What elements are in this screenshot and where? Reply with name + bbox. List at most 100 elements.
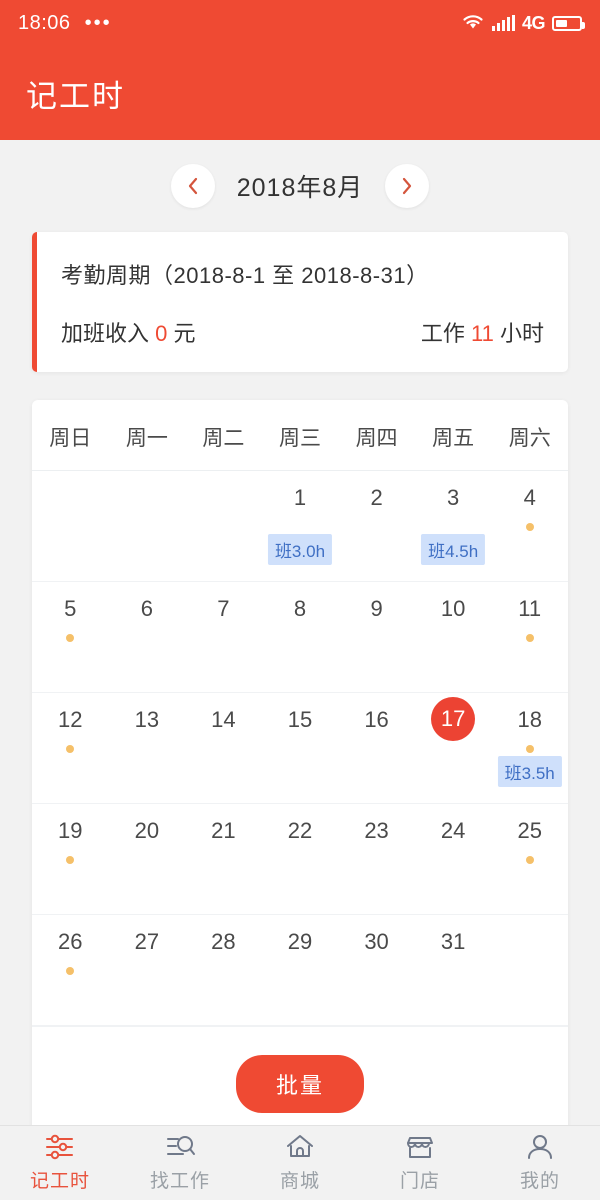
calendar-day-cell[interactable]: 28 <box>185 915 262 1026</box>
day-number: 16 <box>364 707 389 732</box>
tab-label-mine: 我的 <box>519 1171 560 1192</box>
calendar-day-cell[interactable]: 2 <box>338 471 415 582</box>
overtime-income-value: 0 <box>155 321 168 346</box>
day-marker-dot <box>525 856 534 864</box>
calendar-day-cell[interactable]: 11 <box>491 582 568 693</box>
battery-icon <box>552 15 585 31</box>
signal-bars-icon <box>491 15 515 31</box>
calendar-cell-empty <box>185 471 262 582</box>
day-number: 25 <box>517 818 542 843</box>
sliders-icon <box>43 1133 77 1163</box>
overflow-dots-icon: ••• <box>84 12 112 34</box>
day-number: 31 <box>440 929 466 954</box>
weekday-header-0: 周日 <box>49 427 92 450</box>
calendar-day-cell[interactable]: 31 <box>414 915 492 1026</box>
work-hours-metric: 工作 11 小时 <box>421 316 544 348</box>
batch-button[interactable]: 批量 <box>235 1055 364 1113</box>
weekday-header-6: 周六 <box>508 427 551 450</box>
day-number: 7 <box>217 596 230 621</box>
calendar-day-cell[interactable]: 4 <box>491 471 568 582</box>
day-number: 21 <box>211 818 236 843</box>
day-number: 20 <box>134 818 160 843</box>
attendance-period-label: 考勤周期（2018-8-1 至 2018-8-31） <box>61 263 429 288</box>
calendar-day-cell[interactable]: 21 <box>185 804 262 915</box>
shift-hours-badge: 班3.0h <box>267 534 333 565</box>
calendar-day-cell[interactable]: 9 <box>338 582 415 693</box>
next-month-button[interactable] <box>385 164 430 208</box>
day-number: 15 <box>287 707 313 732</box>
calendar-day-grid[interactable]: 1 班3.0h 2 3 班4.5h 4 5 6 7 8 9 10 11 12 13 14 15 16 17 18 班3.… <box>32 471 568 1026</box>
day-number: 28 <box>211 929 236 954</box>
work-hours-label: 工作 <box>420 321 465 346</box>
status-bar-right: 4G <box>461 12 585 35</box>
calendar-day-cell[interactable]: 3 班4.5h <box>414 471 492 582</box>
shift-hours-badge: 班3.5h <box>497 756 562 787</box>
calendar-day-cell[interactable]: 10 <box>414 582 492 693</box>
day-number: 6 <box>140 596 153 621</box>
app-screen: 18:06 ••• 4G 记工时 2018年8月 考勤周期（2018-8-1 至… <box>0 0 600 1200</box>
calendar-day-cell[interactable]: 13 <box>108 693 186 804</box>
weekday-header-3: 周三 <box>278 427 321 450</box>
day-number: 22 <box>287 818 313 843</box>
current-month-label: 2018年8月 <box>236 174 364 202</box>
calendar-cell-empty <box>32 471 109 582</box>
day-number: 29 <box>287 929 313 954</box>
day-number: 5 <box>64 596 77 621</box>
tab-record-hours[interactable]: 记工时 <box>0 1133 120 1193</box>
overtime-income-unit: 元 <box>173 321 196 346</box>
calendar-day-cell[interactable]: 7 <box>185 582 262 693</box>
calendar-day-cell[interactable]: 26 <box>32 915 109 1026</box>
calendar-day-cell[interactable]: 16 <box>338 693 415 804</box>
calendar-day-cell[interactable]: 20 <box>108 804 186 915</box>
calendar-day-cell[interactable]: 22 <box>261 804 339 915</box>
batch-action-row: 批量 <box>32 1026 568 1139</box>
chevron-left-icon <box>185 176 201 196</box>
day-marker-dot <box>66 634 75 642</box>
calendar-day-cell[interactable]: 18 班3.5h <box>491 693 568 804</box>
calendar-day-cell[interactable]: 12 <box>32 693 109 804</box>
day-number: 13 <box>134 707 160 732</box>
search-list-icon <box>163 1133 197 1163</box>
home-icon <box>283 1133 317 1163</box>
tab-find-job[interactable]: 找工作 <box>120 1133 240 1193</box>
app-bar: 记工时 <box>0 46 600 140</box>
day-number: 26 <box>58 929 83 954</box>
calendar-day-cell[interactable]: 30 <box>338 915 415 1026</box>
page-title: 记工时 <box>26 78 125 114</box>
calendar-day-cell[interactable]: 27 <box>108 915 186 1026</box>
tab-mall[interactable]: 商城 <box>240 1133 360 1193</box>
calendar-day-cell[interactable]: 29 <box>261 915 339 1026</box>
calendar-cell-empty <box>491 915 568 1026</box>
calendar-day-cell[interactable]: 24 <box>414 804 492 915</box>
tab-store[interactable]: 门店 <box>360 1133 480 1193</box>
weekday-header-4: 周四 <box>355 427 398 450</box>
attendance-summary-card: 考勤周期（2018-8-1 至 2018-8-31） 加班收入 0 元 工作 1… <box>32 232 568 372</box>
work-hours-unit: 小时 <box>499 321 544 346</box>
day-number: 1 <box>293 485 307 510</box>
calendar-day-cell[interactable]: 1 班3.0h <box>261 471 339 582</box>
calendar-day-cell[interactable]: 6 <box>108 582 186 693</box>
work-hours-value: 11 <box>471 321 494 346</box>
bottom-tab-bar: 记工时 找工作 商城 门店 我的 <box>0 1125 600 1200</box>
calendar-day-cell[interactable]: 17 <box>414 693 492 804</box>
tab-label-find-job: 找工作 <box>149 1171 210 1192</box>
weekday-header-2: 周二 <box>202 427 245 450</box>
status-bar-left: 18:06 ••• <box>18 12 112 35</box>
day-number: 2 <box>370 485 383 510</box>
day-marker-dot <box>66 745 75 753</box>
day-number: 19 <box>58 818 83 843</box>
prev-month-button[interactable] <box>170 164 215 208</box>
person-icon <box>523 1133 557 1163</box>
calendar-day-cell[interactable]: 5 <box>32 582 109 693</box>
calendar-day-cell[interactable]: 23 <box>338 804 415 915</box>
day-marker-dot <box>525 634 534 642</box>
day-number: 11 <box>518 596 542 621</box>
calendar-card: 周日 周一 周二 周三 周四 周五 周六 1 班3.0h 2 3 班4.5h 4 5 6 7 8 9 10 11 12… <box>32 400 568 1149</box>
calendar-day-cell[interactable]: 19 <box>32 804 109 915</box>
calendar-day-cell[interactable]: 25 <box>491 804 568 915</box>
tab-mine[interactable]: 我的 <box>480 1133 600 1193</box>
calendar-day-cell[interactable]: 15 <box>261 693 339 804</box>
calendar-day-cell[interactable]: 8 <box>261 582 339 693</box>
calendar-day-cell[interactable]: 14 <box>185 693 262 804</box>
weekday-header-row: 周日 周一 周二 周三 周四 周五 周六 <box>32 400 568 471</box>
